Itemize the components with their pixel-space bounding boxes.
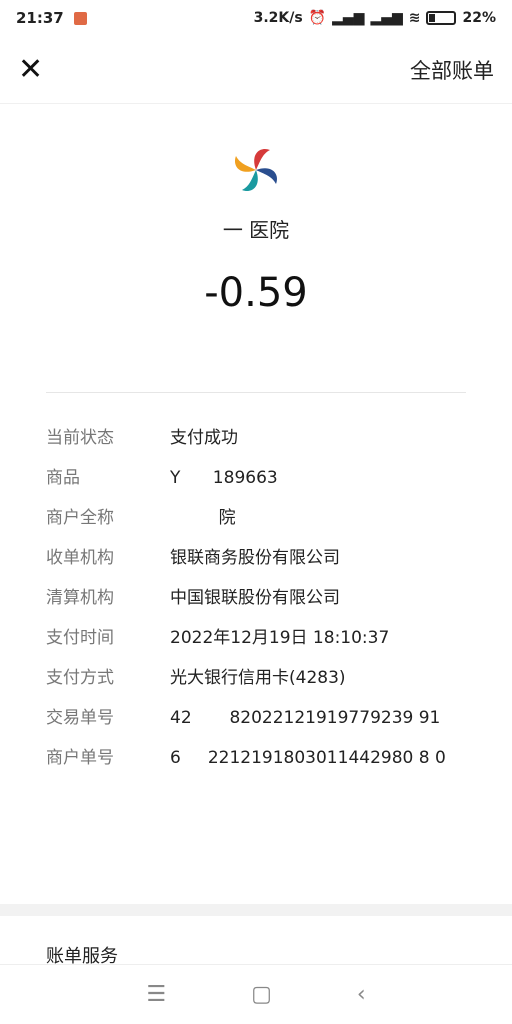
- detail-row-merchant-order: 商户单号 6 2212191803011442980 8 0: [0, 743, 512, 773]
- detail-key: 清算机构: [46, 588, 114, 608]
- status-bar: 21:37 3.2K/s ⏰ ▂▄▆ ▂▄▆ ≋ 22%: [0, 0, 512, 36]
- merchant-logo: [0, 144, 512, 196]
- close-icon[interactable]: ✕: [18, 52, 43, 87]
- detail-key: 商户单号: [46, 748, 114, 768]
- battery-icon: [426, 11, 457, 25]
- detail-row-product: 商品 Y 189663: [0, 463, 512, 493]
- status-time: 21:37: [16, 9, 64, 27]
- detail-key: 收单机构: [46, 548, 114, 568]
- signal-icon-2: ▂▄▆: [370, 10, 403, 26]
- details-list: 当前状态 支付成功 商品 Y 189663 商户全称 院 收单机构 银联商务股份有限公…: [0, 423, 512, 773]
- all-bills-button[interactable]: 全部账单: [410, 55, 494, 85]
- detail-value: 支付成功: [170, 428, 238, 448]
- detail-key: 支付方式: [46, 668, 114, 688]
- back-icon[interactable]: ‹: [357, 982, 366, 1007]
- detail-row-time: 支付时间 2022年12月19日 18:10:37: [0, 623, 512, 653]
- detail-key: 当前状态: [46, 428, 114, 448]
- detail-row-transaction-id: 交易单号 42 82022121919779239 91: [0, 703, 512, 733]
- header: ✕ 全部账单: [0, 36, 512, 104]
- notification-icon: [73, 11, 87, 25]
- menu-icon[interactable]: ☰: [146, 982, 166, 1007]
- battery-level: 22%: [462, 10, 496, 26]
- home-icon[interactable]: ▢: [251, 982, 272, 1007]
- detail-value: 中国银联股份有限公司: [170, 588, 340, 608]
- alarm-icon: ⏰: [308, 10, 327, 26]
- detail-value: Y 189663: [170, 468, 278, 488]
- detail-value: 42 82022121919779239 91: [170, 708, 441, 728]
- divider: [46, 392, 466, 393]
- amount: -0.59: [204, 270, 308, 316]
- detail-row-status: 当前状态 支付成功: [0, 423, 512, 453]
- detail-row-method: 支付方式 光大银行信用卡(4283): [0, 663, 512, 693]
- wifi-icon: ≋: [408, 10, 421, 26]
- detail-key: 支付时间: [46, 628, 114, 648]
- detail-key: 交易单号: [46, 708, 114, 728]
- detail-key: 商品: [46, 468, 80, 488]
- detail-value: 光大银行信用卡(4283): [170, 668, 346, 688]
- signal-icon: ▂▄▆: [332, 10, 365, 26]
- detail-row-merchant: 商户全称 院: [0, 503, 512, 533]
- detail-key: 商户全称: [46, 508, 114, 528]
- detail-row-acquirer: 收单机构 银联商务股份有限公司: [0, 543, 512, 573]
- detail-value: 6 2212191803011442980 8 0: [170, 748, 446, 768]
- detail-value: 院: [170, 508, 236, 528]
- network-speed: 3.2K/s: [253, 10, 303, 26]
- detail-row-clearing: 清算机构 中国银联股份有限公司: [0, 583, 512, 613]
- navigation-bar: ☰ ▢ ‹: [0, 964, 512, 1024]
- merchant-name: 一 医院: [222, 218, 290, 242]
- detail-value: 银联商务股份有限公司: [170, 548, 340, 568]
- section-gap: [0, 904, 512, 916]
- detail-value: 2022年12月19日 18:10:37: [170, 628, 390, 648]
